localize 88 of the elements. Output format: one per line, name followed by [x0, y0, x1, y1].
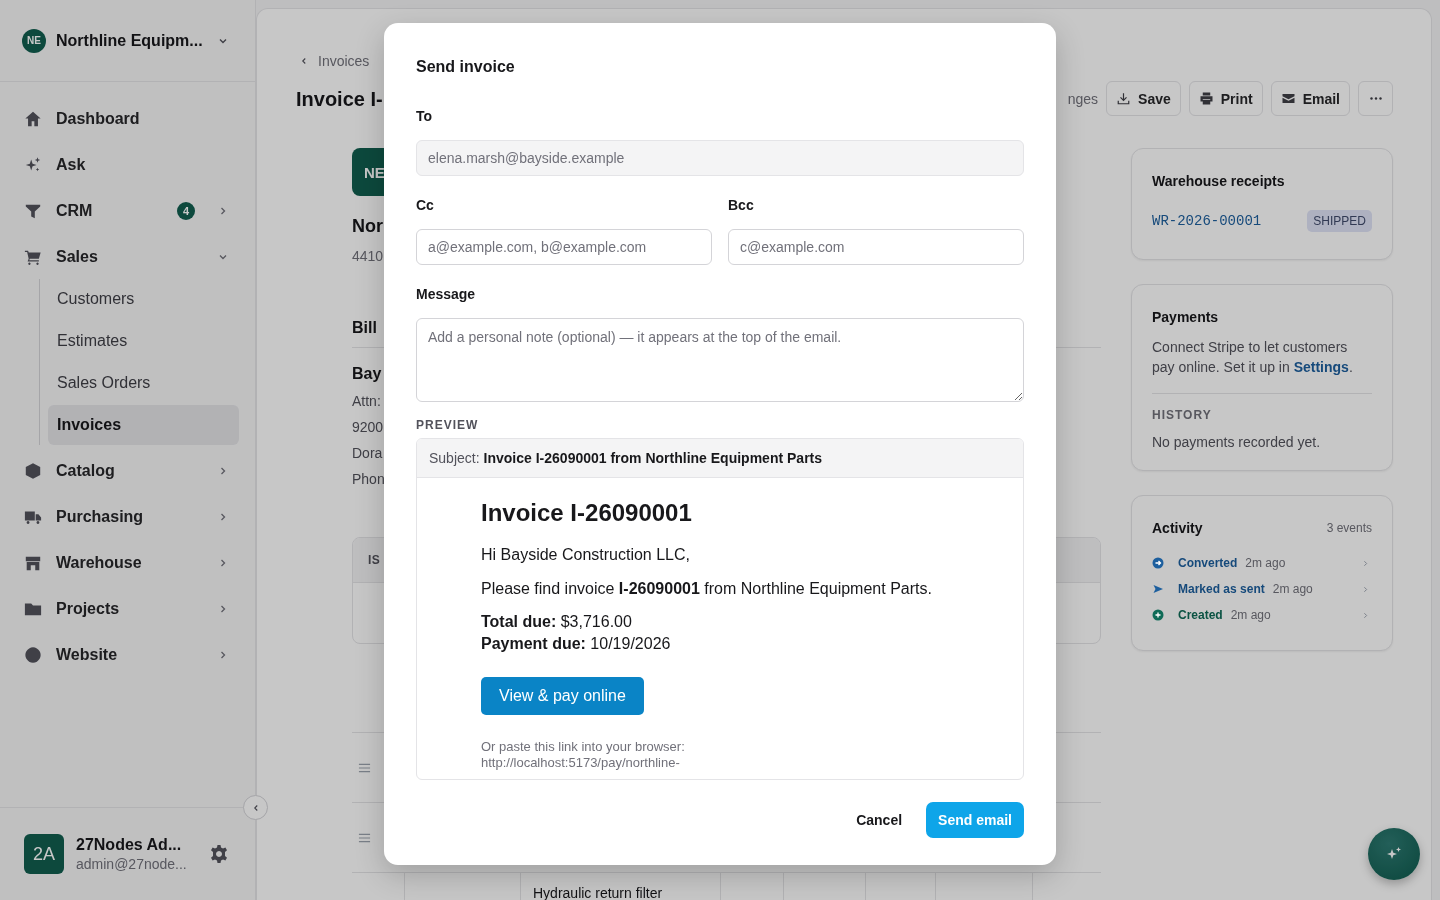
customer-detail: Dora: [352, 444, 383, 463]
event-link[interactable]: Converted: [1178, 556, 1238, 570]
count-badge: 4: [177, 202, 195, 220]
card-title: Activity: [1152, 519, 1203, 538]
email-greeting: Hi Bayside Construction LLC,: [481, 545, 690, 565]
link-hint: Or paste this link into your browser:: [481, 739, 685, 755]
payment-due: Payment due: 10/19/2026: [481, 634, 671, 654]
receipt-link[interactable]: WR-2026-00001: [1152, 213, 1262, 229]
envelope-icon: [1280, 91, 1296, 106]
nav-item[interactable]: Sales: [16, 237, 239, 277]
settings-icon[interactable]: [209, 844, 229, 864]
subject-text: Invoice I-26090001 from Northline Equipment Parts: [483, 450, 823, 466]
event-time: 2m ago: [1230, 608, 1272, 622]
nav-subitem[interactable]: Invoices: [48, 405, 239, 445]
customer-detail: Phon: [352, 470, 385, 489]
arrow-circle-icon: [1152, 557, 1164, 569]
drag-handle-icon[interactable]: [358, 832, 371, 843]
page-title: Invoice I-: [296, 87, 383, 111]
workspace-avatar: NE: [22, 28, 46, 53]
breadcrumb-link[interactable]: Invoices: [296, 52, 383, 70]
subject-label: Subject:: [429, 450, 480, 466]
event-time: 2m ago: [1245, 556, 1287, 570]
payments-text: Connect Stripe to let customers pay online. Set it up in Settings.: [1152, 338, 1354, 377]
nav-item[interactable]: Warehouse: [16, 543, 239, 583]
download-button[interactable]: Save: [1106, 81, 1181, 116]
drag-handle-icon[interactable]: [358, 762, 371, 773]
envelope-button[interactable]: Email: [1270, 81, 1350, 116]
total-due: Total due: $3,716.00: [481, 612, 632, 632]
workspace-name[interactable]: Northline Equipm...: [56, 31, 207, 50]
email-heading: Invoice I-26090001: [481, 498, 692, 528]
nav-subitem[interactable]: Sales Orders: [48, 363, 239, 403]
email-text: Please find invoice I-26090001 from Northline Equipment Parts.: [481, 579, 932, 599]
empty-text: No payments recorded yet.: [1152, 434, 1322, 450]
more-icon: [1369, 97, 1382, 100]
chevron-right-icon[interactable]: [1361, 584, 1370, 594]
chevron-right-icon[interactable]: [1361, 558, 1370, 568]
nav-item[interactable]: Catalog: [16, 451, 239, 491]
nav-subitem[interactable]: Estimates: [48, 321, 239, 361]
funnel-icon: [24, 202, 42, 220]
nav-item[interactable]: Dashboard: [16, 99, 239, 139]
pay-online-button[interactable]: View & pay online: [481, 677, 644, 715]
user-name: 27Nodes Ad...: [76, 836, 183, 854]
field-label: To: [416, 107, 434, 126]
nav-item[interactable]: Website: [16, 635, 239, 675]
message-field[interactable]: Add a personal note (optional) — it appears at the top of the email.: [416, 318, 1024, 402]
column-header: IS: [368, 553, 381, 567]
sparkle-icon: [24, 156, 42, 174]
card-title: Payments: [1152, 309, 1219, 325]
status-badge: SHIPPED: [1307, 210, 1372, 232]
chevron-right-icon[interactable]: [1361, 610, 1370, 620]
field-label: Message: [416, 285, 477, 304]
company-address: 4410: [352, 247, 384, 266]
printer-button[interactable]: Print: [1188, 81, 1263, 116]
settings-link[interactable]: Settings: [1293, 359, 1349, 375]
download-icon: [1116, 91, 1132, 106]
table-cell: Hydraulic return filter: [533, 885, 663, 900]
nav-item[interactable]: Ask: [16, 145, 239, 185]
section-label: HISTORY: [1152, 408, 1213, 422]
event-link[interactable]: Marked as sent: [1178, 582, 1265, 596]
send-icon: [1152, 583, 1164, 595]
nav-subitem[interactable]: Customers: [48, 279, 239, 319]
status-text: nges: [1067, 90, 1099, 107]
customer-detail: Attn:: [352, 392, 381, 411]
store-icon: [24, 554, 42, 572]
event-time: 2m ago: [1272, 582, 1314, 596]
user-avatar: 2A: [24, 834, 64, 874]
plus-circle-icon: [1152, 609, 1164, 621]
field-label: Bcc: [728, 196, 755, 215]
user-email: admin@27node...: [76, 856, 188, 872]
printer-icon: [1198, 91, 1214, 106]
event-count: 3 events: [1326, 521, 1372, 535]
nav-item[interactable]: Purchasing: [16, 497, 239, 537]
customer-detail: 9200: [352, 418, 384, 437]
customer-name: Bay: [352, 364, 382, 384]
cancel-button[interactable]: Cancel: [842, 802, 917, 838]
event-link[interactable]: Created: [1178, 608, 1223, 622]
home-icon: [24, 110, 42, 128]
section-label: PREVIEW: [416, 418, 480, 432]
more-button[interactable]: [1358, 81, 1393, 116]
cc-field[interactable]: a@example.com, b@example.com: [416, 229, 712, 265]
card-title: Warehouse receipts: [1152, 173, 1285, 189]
cart-icon: [24, 248, 42, 266]
bcc-field[interactable]: c@example.com: [728, 229, 1024, 265]
company-name: Nor: [352, 215, 383, 238]
dialog-title: Send invoice: [416, 57, 516, 77]
nav-item[interactable]: CRM 4: [16, 191, 239, 231]
nav-item[interactable]: Projects: [16, 589, 239, 629]
field-label: Cc: [416, 196, 435, 215]
